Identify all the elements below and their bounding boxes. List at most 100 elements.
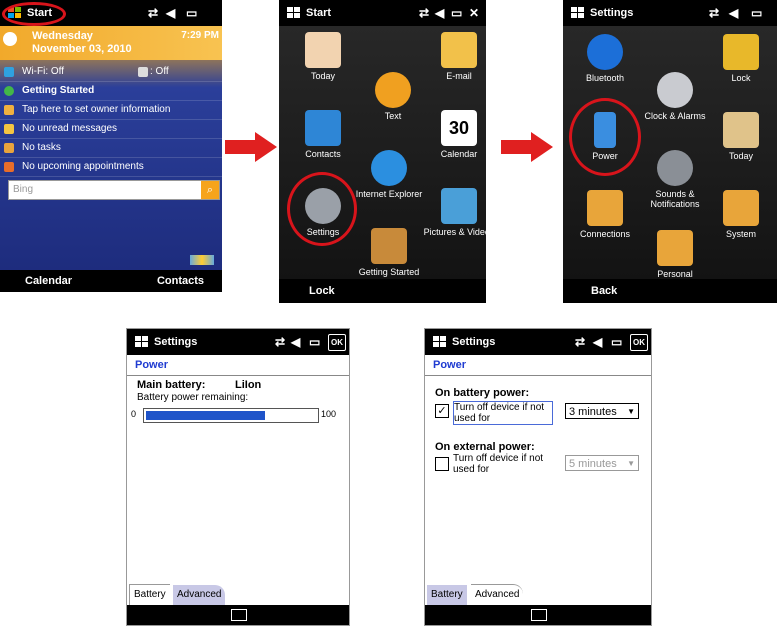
tile-internet-explorer[interactable]: Internet Explorer xyxy=(353,150,425,199)
connectivity-icon[interactable]: ⇄ xyxy=(275,335,285,349)
start-menu-softkey-bar: Lock xyxy=(279,279,486,303)
battery-remaining-label: Battery power remaining: xyxy=(137,392,249,403)
tile-label: Getting Started xyxy=(358,267,420,277)
tile-label: Connections xyxy=(579,229,631,239)
calendar-icon: 30 xyxy=(441,110,477,146)
tile-label: Clock & Alarms xyxy=(644,111,706,121)
volume-icon[interactable]: ◀ xyxy=(291,335,300,349)
tile-clock-alarms[interactable]: Clock & Alarms xyxy=(639,72,711,121)
tab-strip: Battery Advanced xyxy=(425,583,651,605)
connectivity-icon[interactable]: ⇄ xyxy=(148,6,158,20)
external-timeout-select[interactable]: 5 minutes ▼ xyxy=(565,455,639,471)
back-softkey[interactable]: Back xyxy=(591,285,617,297)
battery-check-label: Turn off device if not used for xyxy=(453,401,553,425)
volume-icon[interactable]: ◀ xyxy=(593,335,602,349)
date-banner[interactable]: Wednesday November 03, 2010 7:29 PM xyxy=(0,26,222,60)
contacts-softkey[interactable]: Contacts xyxy=(157,275,204,287)
tile-connections[interactable]: Connections xyxy=(569,190,641,239)
clock-icon xyxy=(657,72,693,108)
bing-search-box[interactable]: Bing ⌕ xyxy=(8,180,220,200)
settings-menu-softkey-bar: Back xyxy=(563,279,777,303)
owner-label: Tap here to set owner information xyxy=(22,104,171,115)
tile-label: Bluetooth xyxy=(585,73,625,83)
section-title: Power xyxy=(425,355,651,376)
box-icon xyxy=(371,228,407,264)
envelope-icon xyxy=(4,123,14,134)
settings-title: Settings xyxy=(154,336,198,348)
ok-button[interactable]: OK xyxy=(328,334,346,351)
power-battery-screen: Settings ⇄ ◀ ▭ OK Power Main battery: Li… xyxy=(126,328,350,626)
battery-timeout-select[interactable]: 3 minutes ▼ xyxy=(565,403,639,419)
owner-icon xyxy=(4,104,14,115)
main-battery-label: Main battery: xyxy=(137,379,206,391)
internet-explorer-icon xyxy=(371,150,407,186)
close-icon[interactable]: ✕ xyxy=(469,6,479,20)
tile-label: Personal xyxy=(657,269,693,279)
calendar-softkey[interactable]: Calendar xyxy=(25,275,72,287)
tile-system[interactable]: System xyxy=(705,190,777,239)
tab-advanced[interactable]: Advanced xyxy=(471,584,524,605)
network-indicator-icon xyxy=(190,255,214,265)
tile-label: Calendar xyxy=(440,149,478,159)
battery-icon[interactable]: ▭ xyxy=(611,335,622,349)
battery-icon[interactable]: ▭ xyxy=(451,6,462,20)
external-checkbox[interactable] xyxy=(435,457,449,471)
keyboard-icon[interactable] xyxy=(231,609,247,621)
folder-icon xyxy=(723,190,759,226)
dropdown-arrow-icon: ▼ xyxy=(627,459,635,468)
folder-icon xyxy=(587,190,623,226)
owner-row[interactable]: Tap here to set owner information xyxy=(0,100,222,120)
messages-row[interactable]: No unread messages xyxy=(0,119,222,139)
keyboard-icon[interactable] xyxy=(531,609,547,621)
tab-battery[interactable]: Battery xyxy=(427,585,467,605)
tile-label: Internet Explorer xyxy=(355,189,423,199)
appointments-row[interactable]: No upcoming appointments xyxy=(0,157,222,177)
connectivity-icon[interactable]: ⇄ xyxy=(575,335,585,349)
tile-today[interactable]: Today xyxy=(705,112,777,161)
tile-today[interactable]: Today xyxy=(287,32,359,81)
tab-strip: Battery Advanced xyxy=(127,583,349,605)
start-menu-title: Start xyxy=(306,7,332,19)
tab-battery[interactable]: Battery xyxy=(129,584,170,605)
connectivity-icon[interactable]: ⇄ xyxy=(709,6,719,20)
ok-button[interactable]: OK xyxy=(630,334,648,351)
battery-icon[interactable]: ▭ xyxy=(751,6,762,20)
home-softkey-bar: Calendar Contacts xyxy=(0,270,222,292)
connectivity-icon[interactable]: ⇄ xyxy=(419,6,429,20)
bluetooth-icon xyxy=(138,66,148,77)
right-arrow-icon xyxy=(225,132,277,162)
bluetooth-icon xyxy=(587,34,623,70)
lock-softkey[interactable]: Lock xyxy=(309,285,335,297)
battery-power-header: On battery power: xyxy=(435,387,530,399)
tile-calendar[interactable]: 30 Calendar xyxy=(423,110,486,159)
tile-sounds-notifications[interactable]: Sounds & Notifications xyxy=(639,150,711,209)
calendar-icon xyxy=(4,161,14,172)
tasks-label: No tasks xyxy=(22,142,61,153)
battery-checkbox[interactable]: ✓ xyxy=(435,404,449,418)
battery-icon[interactable]: ▭ xyxy=(309,335,320,349)
tile-text[interactable]: Text xyxy=(357,72,429,121)
wifi-icon xyxy=(4,66,14,77)
tile-pictures-videos[interactable]: Pictures & Videos xyxy=(423,188,486,237)
tasks-row[interactable]: No tasks xyxy=(0,138,222,158)
tile-bluetooth[interactable]: Bluetooth xyxy=(569,34,641,83)
battery-progress-bar xyxy=(143,408,319,423)
lock-icon xyxy=(723,34,759,70)
tile-lock[interactable]: Lock xyxy=(705,34,777,83)
appointments-label: No upcoming appointments xyxy=(22,161,144,172)
wifi-row[interactable]: Wi-Fi: Off : Off xyxy=(0,62,222,82)
settings-highlight-circle xyxy=(287,172,357,246)
battery-icon[interactable]: ▭ xyxy=(186,6,197,20)
tile-contacts[interactable]: Contacts xyxy=(287,110,359,159)
volume-icon[interactable]: ◀ xyxy=(435,6,444,20)
external-power-header: On external power: xyxy=(435,441,535,453)
tile-email[interactable]: E-mail xyxy=(423,32,486,81)
volume-icon[interactable]: ◀ xyxy=(166,6,175,20)
tile-getting-started[interactable]: Getting Started xyxy=(353,228,425,277)
volume-icon[interactable]: ◀ xyxy=(729,6,738,20)
tile-personal[interactable]: Personal xyxy=(639,230,711,279)
tab-advanced[interactable]: Advanced xyxy=(173,585,226,605)
getting-started-row[interactable]: Getting Started xyxy=(0,81,222,101)
start-highlight-circle xyxy=(2,2,66,26)
search-icon[interactable]: ⌕ xyxy=(201,181,219,199)
